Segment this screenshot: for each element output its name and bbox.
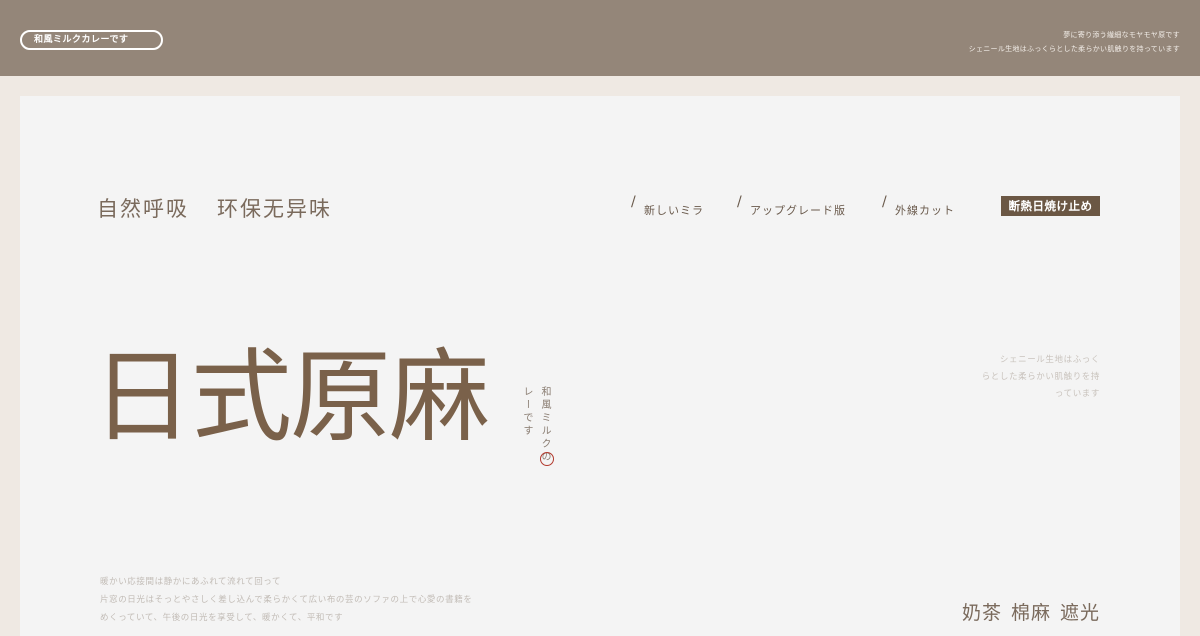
insulation-badge-button[interactable]: 断熱日焼け止め <box>1001 196 1100 216</box>
hero-title: 日式原麻 <box>92 338 490 456</box>
bottom-desc-line: 暖かい応接間は静かにあふれて流れて回って <box>100 577 282 587</box>
tagline: 自然呼吸 环保无异味 <box>97 193 332 223</box>
tagline-item: 环保无异味 <box>217 197 332 221</box>
side-desc-line: っています <box>1054 389 1100 399</box>
nav-item-label: アップグレード版 <box>750 204 846 217</box>
tagline-item: 自然呼吸 <box>97 197 189 221</box>
vertical-caption-col2: レーです <box>521 386 532 438</box>
nav-separator: / <box>631 194 637 210</box>
red-circle-mark <box>540 452 554 466</box>
side-desc-line: シェニール生地はふっく <box>999 355 1100 365</box>
keyword: 奶茶 <box>961 602 1002 624</box>
bottom-keywords: 奶茶 棉麻 遮光 <box>962 598 1100 625</box>
keyword: 遮光 <box>1059 602 1100 624</box>
header-desc-line: 夢に寄り添う繊細なモヤモヤ原です <box>1063 31 1180 39</box>
side-desc-line: らとした柔らかい肌触りを持 <box>981 372 1100 382</box>
hero-panel: 自然呼吸 环保无异味 / 新しいミラ / アップグレード版 / 外線カット 断熱日… <box>20 96 1180 636</box>
bottom-description: 暖かい応接間は静かにあふれて流れて回って 片窓の日光はそっとやさしく差し込んで柔… <box>100 573 472 627</box>
header-description: 夢に寄り添う繊細なモヤモヤ原です シェニール生地はふっくらとした柔らかい肌触りを… <box>969 28 1180 56</box>
nav-item-label: 新しいミラ <box>644 204 704 217</box>
bottom-desc-line: 片窓の日光はそっとやさしく差し込んで柔らかくて広い布の芸のソファの上で心愛の書籍… <box>100 595 473 605</box>
nav-item-label: 外線カット <box>895 204 955 217</box>
header-desc-line: シェニール生地はふっくらとした柔らかい肌触りを持っています <box>968 45 1180 53</box>
keyword: 棉麻 <box>1010 602 1051 624</box>
side-description: シェニール生地はふっく らとした柔らかい肌触りを持 っています <box>982 352 1100 403</box>
nav-separator: / <box>882 194 888 210</box>
nav-separator: / <box>737 194 743 210</box>
brand-pill-button[interactable]: 和風ミルクカレーです <box>20 30 163 50</box>
bottom-desc-line: めくっていて、午後の日光を享受して、暖かくて、平和です <box>100 613 344 623</box>
top-bar: 和風ミルクカレーです 夢に寄り添う繊細なモヤモヤ原です シェニール生地はふっくら… <box>0 0 1200 76</box>
